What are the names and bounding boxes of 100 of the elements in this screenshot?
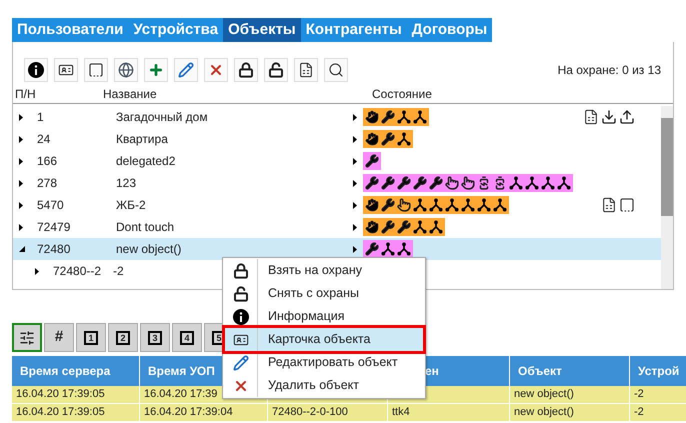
node-icon: [397, 110, 411, 124]
tree-row[interactable]: 24 Квартира: [13, 128, 661, 150]
wrench-icon: [381, 132, 395, 146]
tab[interactable]: Объекты: [223, 18, 301, 42]
collapse-arrow-icon[interactable]: [19, 246, 25, 252]
node-icon: [413, 198, 427, 212]
table-cell-text: -2: [634, 405, 644, 420]
menu-item[interactable]: Снять с охраны: [225, 282, 423, 305]
expand-arrow-icon[interactable]: [353, 180, 357, 186]
expand-arrow-icon[interactable]: [35, 268, 39, 274]
wrench-icon: [397, 176, 411, 190]
info-icon: [28, 62, 44, 78]
column-header: П/Н: [14, 86, 37, 103]
scrollbar-thumb[interactable]: [661, 118, 673, 216]
toolbar-button[interactable]: [264, 58, 288, 82]
hand-icon: [365, 110, 379, 124]
filter-tab[interactable]: 2: [108, 323, 138, 352]
object-number: 5470: [37, 197, 65, 214]
node-icon: [493, 198, 507, 212]
filter-tab[interactable]: [12, 323, 42, 352]
toolbar-button[interactable]: [84, 58, 108, 82]
expand-arrow-icon[interactable]: [353, 136, 357, 142]
column-header: ен: [424, 363, 439, 380]
frame-icon: [619, 197, 635, 213]
table-cell-text: 16.04.20 17:39:05: [16, 405, 105, 420]
column-header: Время УОП: [148, 363, 215, 380]
wrench-icon: [365, 242, 379, 256]
plus-icon: [148, 62, 164, 78]
toolbar-button[interactable]: [54, 58, 78, 82]
table-cell-text: new object(): [514, 387, 574, 402]
expand-arrow-icon[interactable]: [353, 114, 357, 120]
object-number: 1: [37, 109, 45, 126]
filter-tab[interactable]: #: [44, 323, 74, 352]
guard-counter: На охране: 0 из 13: [558, 62, 661, 79]
hand-icon: [365, 220, 379, 234]
expand-arrow-icon[interactable]: [353, 158, 357, 164]
wrench-icon: [381, 198, 395, 212]
expand-arrow-icon[interactable]: [19, 202, 23, 208]
filter-tab[interactable]: 3: [140, 323, 170, 352]
download-icon: [601, 109, 617, 125]
menu-item[interactable]: Взять на охрану: [225, 259, 423, 282]
wrench-icon: [381, 110, 395, 124]
object-name: Квартира: [116, 131, 168, 148]
node-icon: [413, 110, 427, 124]
battery-icon: [477, 176, 491, 190]
wrench-icon: [397, 220, 411, 234]
expand-arrow-icon[interactable]: [19, 136, 23, 142]
tree-row[interactable]: 72479 Dont touch: [13, 216, 661, 238]
scrollbar[interactable]: [661, 106, 673, 289]
menu-item[interactable]: Карточка объекта: [225, 328, 423, 351]
node-icon: [509, 176, 523, 190]
card-icon: [58, 62, 74, 78]
tree-row[interactable]: 5470 ЖБ-2: [13, 194, 661, 216]
toolbar-button[interactable]: [324, 58, 348, 82]
expand-arrow-icon[interactable]: [19, 224, 23, 230]
object-number: 72479: [37, 219, 72, 236]
tree-row[interactable]: 1 Загадочный дом: [13, 106, 661, 128]
unlock-icon: [268, 62, 284, 78]
frame-icon: [88, 62, 104, 78]
filter-tab[interactable]: 4: [172, 323, 202, 352]
lock-icon: [238, 62, 254, 78]
toolbar-button[interactable]: [24, 58, 48, 82]
menu-item[interactable]: Редактировать объект: [225, 351, 423, 374]
tree-row[interactable]: 278 123: [13, 172, 661, 194]
upload-icon: [619, 109, 635, 125]
expand-arrow-icon[interactable]: [353, 224, 357, 230]
report-icon: [298, 62, 314, 78]
object-name: new object(): [116, 241, 182, 258]
sliders-icon: [19, 330, 35, 346]
tree-row[interactable]: 166 delegated2: [13, 150, 661, 172]
node-icon: [381, 242, 395, 256]
toolbar-button[interactable]: [294, 58, 318, 82]
object-name: -2: [113, 263, 124, 280]
toolbar-button[interactable]: [114, 58, 138, 82]
expand-arrow-icon[interactable]: [19, 158, 23, 164]
table-cell-text: new object(): [514, 405, 574, 420]
delete-icon: [208, 62, 224, 78]
column-header: Название: [103, 86, 158, 103]
filter-tab[interactable]: 1: [76, 323, 106, 352]
pointer-icon: [461, 176, 475, 190]
pencil-icon: [233, 354, 249, 370]
pointer-icon: [445, 176, 459, 190]
node-icon: [461, 198, 475, 212]
column-header: Объект: [518, 363, 562, 380]
table-cell-text: 16.04.20 17:39:04: [144, 405, 233, 420]
wrench-icon: [429, 176, 443, 190]
object-number: 72480: [37, 241, 72, 258]
expand-arrow-icon[interactable]: [19, 180, 23, 186]
node-icon: [429, 220, 443, 234]
node-icon: [477, 198, 491, 212]
toolbar-button[interactable]: [234, 58, 258, 82]
expand-arrow-icon[interactable]: [353, 202, 357, 208]
column-header: Состояние: [372, 86, 432, 103]
expand-arrow-icon[interactable]: [19, 114, 23, 120]
pointer-icon: [397, 198, 411, 212]
expand-arrow-icon[interactable]: [353, 246, 357, 252]
menu-item[interactable]: Удалить объект: [225, 374, 423, 397]
tree-row[interactable]: 72480 new object(): [13, 238, 661, 260]
unlock-icon: [233, 286, 249, 302]
globe-icon: [118, 62, 134, 78]
